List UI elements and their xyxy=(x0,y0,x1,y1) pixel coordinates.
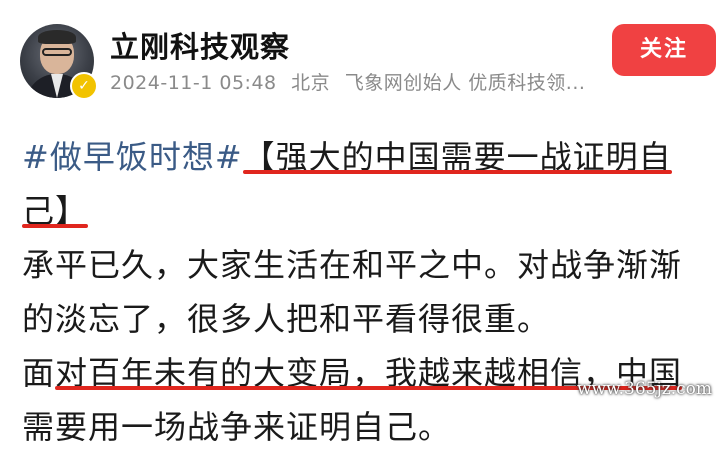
post-timestamp: 2024-11-1 05:48 xyxy=(110,72,277,94)
post-header: ✓ 立刚科技观察 2024-11-1 05:48 北京 飞象网创始人 优质科技领… xyxy=(0,0,720,112)
follow-button[interactable]: 关注 xyxy=(612,24,716,76)
headline-text: 【强大的中国需要一战证明自 xyxy=(242,138,672,176)
post-line-2: 己】 xyxy=(22,184,702,238)
post-meta: 2024-11-1 05:48 北京 飞象网创始人 优质科技领... xyxy=(110,68,593,95)
verified-check-icon: ✓ xyxy=(70,72,98,100)
post-line-3: 承平已久，大家生活在和平之中。对战争渐渐 xyxy=(22,238,702,292)
headline-text-end: 己】 xyxy=(22,192,89,230)
watermark: www.365jz.com xyxy=(577,379,712,399)
hashtag-link[interactable]: #做早饭时想# xyxy=(22,138,243,176)
post-body: #做早饭时想#【强大的中国需要一战证明自 己】 承平已久，大家生活在和平之中。对… xyxy=(22,130,702,454)
paragraph-text: 的淡忘了，很多人把和平看得很重。 xyxy=(22,300,551,338)
paragraph-text: 面 xyxy=(22,354,56,392)
post-line-4: 的淡忘了，很多人把和平看得很重。 xyxy=(22,292,702,346)
post-location: 北京 xyxy=(291,72,331,94)
author-name[interactable]: 立刚科技观察 xyxy=(110,24,290,66)
post-line-1: #做早饭时想#【强大的中国需要一战证明自 xyxy=(22,130,702,184)
paragraph-text: 承平已久，大家生活在和平之中。对战争渐渐 xyxy=(22,246,683,284)
avatar-hair xyxy=(38,30,76,44)
paragraph-text: 需要用一场战争来证明自己。 xyxy=(22,408,452,446)
post-line-6: 需要用一场战争来证明自己。 xyxy=(22,400,702,454)
avatar-glasses xyxy=(42,48,72,56)
author-title: 飞象网创始人 优质科技领... xyxy=(344,72,586,94)
